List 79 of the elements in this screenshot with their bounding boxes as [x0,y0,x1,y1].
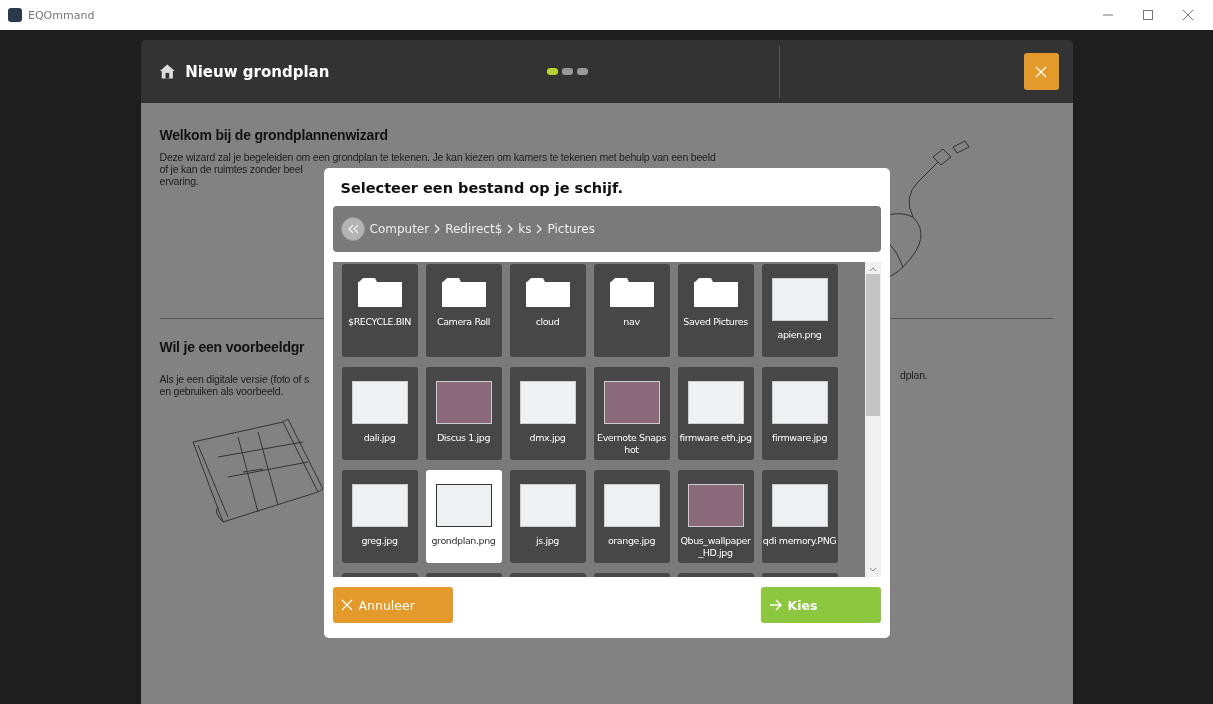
chevron-right-icon [434,224,441,234]
file-name: grondplan.png [430,535,497,547]
breadcrumb-item[interactable]: Computer [369,222,430,236]
file-name: greg.jpg [360,535,399,547]
close-icon [1035,65,1048,78]
screenshot-thumbnail [351,381,408,424]
maximize-icon[interactable] [1143,10,1153,20]
file-name: $RECYCLE.BIN [347,316,412,328]
photo-placeholder [687,484,744,527]
screenshot-thumbnail [687,381,744,424]
screenshot-thumbnail [771,484,828,527]
file-tile[interactable]: Evernote Snapshot [593,367,670,460]
file-tile[interactable]: Discus 1.jpg [425,367,502,460]
page-title: Nieuw grondplan [185,62,331,81]
arrow-right-icon [768,599,782,611]
intro-text: of je kan de ruimtes zonder beel [159,163,304,175]
chevron-right-icon [536,224,543,234]
file-tile[interactable]: firmware.jpg [761,367,838,460]
file-tile[interactable]: Camera Roll [425,264,502,357]
file-tile[interactable]: apien.png [761,264,838,357]
screenshot-thumbnail [435,484,492,527]
file-name: qdi memory.PNG [762,535,837,547]
file-tile[interactable]: qdi memory.PNG [761,470,838,563]
example-text: Als je een digitale versie (foto of s [159,373,311,385]
dialog-title: Selecteer een bestand op je schijf. [340,180,625,196]
screenshot-thumbnail [771,381,828,424]
file-name: js.jpg [535,535,560,547]
file-name: Camera Roll [435,316,492,328]
home-icon [158,63,176,80]
breadcrumb-item[interactable]: Pictures [547,222,595,236]
screenshot-thumbnail [519,484,576,527]
close-icon [340,599,353,611]
file-tile[interactable]: $RECYCLE.BIN [341,264,418,357]
section-heading: Wil je een voorbeeldgr [159,339,306,355]
screenshot-thumbnail [351,484,408,527]
screenshot-thumbnail [603,484,660,527]
breadcrumb-item[interactable]: ks [518,222,532,236]
back-button[interactable] [340,217,365,241]
file-tile[interactable]: orange.jpg [593,470,670,563]
window-title: EQOmmand [28,8,96,22]
scroll-down-icon[interactable] [868,567,877,573]
file-name: orange.jpg [606,535,657,547]
file-tile[interactable]: Qbus_wallpaper_HD.jpg [677,470,754,563]
screenshot-thumbnail [519,381,576,424]
scrollbar[interactable] [864,262,881,577]
file-name: apien.png [776,329,823,341]
intro-text: Deze wizard zal je begeleiden om een grondplan te tekenen. Je kan kiezen om kamers te tekenen met behulp van een beeld [159,151,716,163]
double-chevron-left-icon [346,224,359,234]
app-logo-icon [8,8,22,22]
file-tile[interactable]: cloud [509,264,586,357]
file-name: Discus 1.jpg [435,432,492,444]
file-name: cloud [534,316,561,328]
file-tile[interactable]: grondplan.png [425,470,502,563]
file-tile[interactable]: Saved Pictures [677,264,754,357]
file-name: Saved Pictures [682,316,749,328]
file-name: nav [622,316,641,328]
file-tile[interactable]: firmware eth.jpg [677,367,754,460]
photo-placeholder [435,381,492,424]
file-tile[interactable]: dmx.jpg [509,367,586,460]
example-text: dplan. [900,369,928,383]
file-tile[interactable]: dali.jpg [341,367,418,460]
chevron-right-icon [507,224,514,234]
close-icon[interactable] [1183,10,1193,20]
scroll-up-icon[interactable] [868,266,877,272]
example-text: en gebruiken als voorbeeld. [159,385,285,397]
file-name: Evernote Snapshot [596,432,667,456]
file-name: firmware eth.jpg [678,432,753,444]
intro-text: ervaring. [159,175,200,187]
file-name: dali.jpg [362,432,397,444]
file-name: Qbus_wallpaper_HD.jpg [679,535,752,559]
file-tile[interactable]: js.jpg [509,470,586,563]
screenshot-thumbnail [771,278,828,321]
file-name: dmx.jpg [528,432,567,444]
file-name: firmware.jpg [771,432,828,444]
file-tile[interactable]: nav [593,264,670,357]
photo-placeholder [603,381,660,424]
section-heading: Welkom bij de grondplannenwizard [159,127,389,143]
breadcrumb-item[interactable]: Redirect$ [445,222,503,236]
file-tile[interactable]: greg.jpg [341,470,418,563]
